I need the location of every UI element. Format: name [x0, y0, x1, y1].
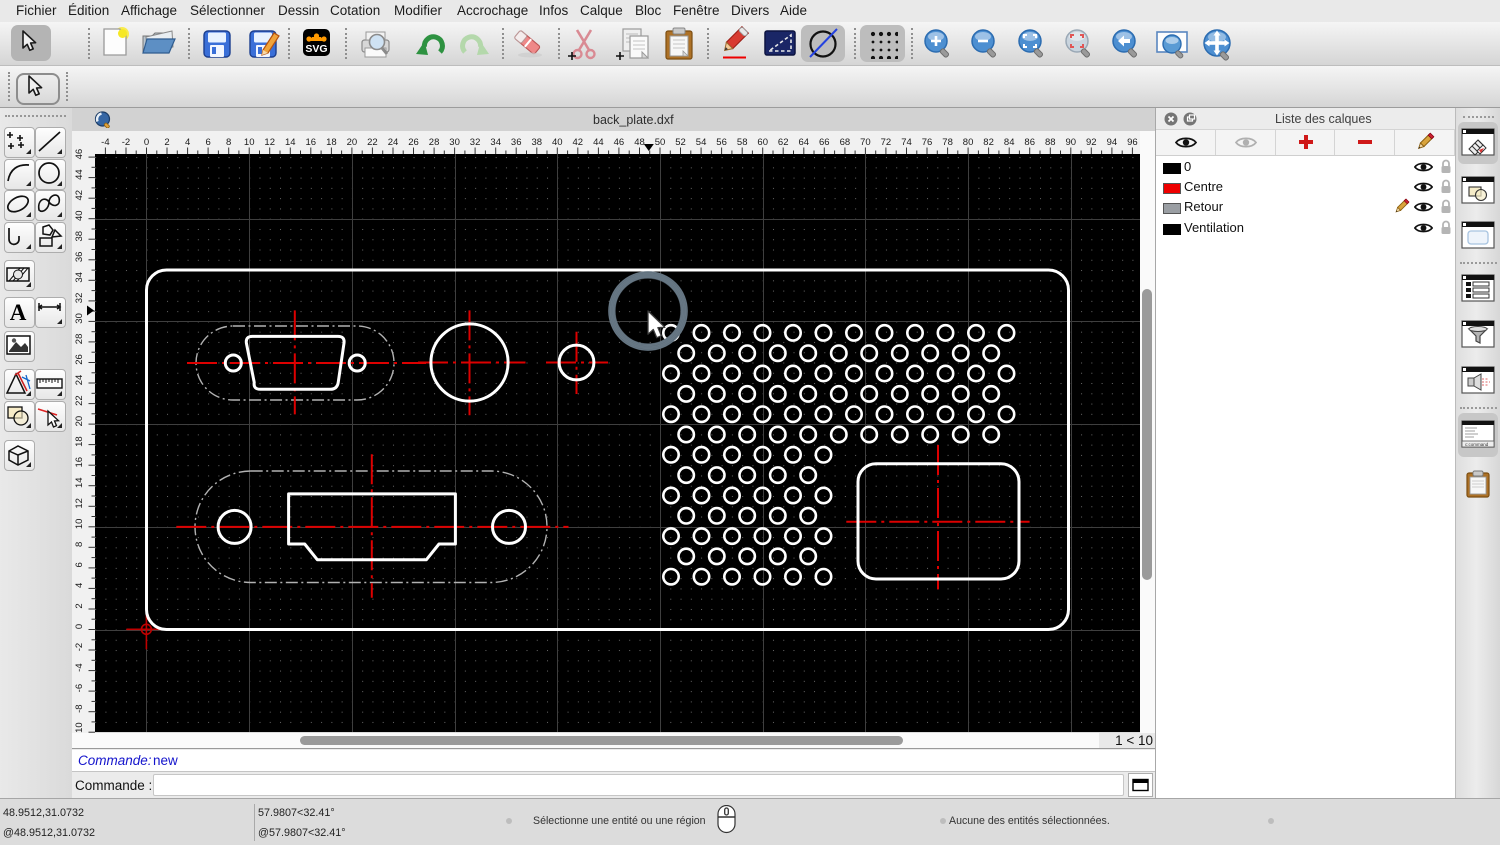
svg-text:0: 0	[74, 624, 85, 629]
svg-text:50: 50	[655, 137, 666, 148]
svg-text:-2: -2	[74, 643, 85, 651]
svg-text:94: 94	[1107, 137, 1118, 148]
svg-text:40: 40	[74, 210, 85, 221]
svg-text:24: 24	[74, 375, 85, 386]
svg-text:SVG: SVG	[305, 43, 327, 55]
svg-text:76: 76	[922, 137, 933, 148]
svg-text:60: 60	[757, 137, 768, 148]
svg-text:10: 10	[244, 137, 255, 148]
svg-text:18: 18	[74, 436, 85, 447]
svg-text:20: 20	[74, 416, 85, 427]
svg-text:48: 48	[634, 137, 645, 148]
svg-text:24: 24	[388, 137, 399, 148]
svg-text:16: 16	[306, 137, 317, 148]
svg-text:8: 8	[226, 137, 231, 148]
svg-text:0: 0	[144, 137, 149, 148]
svg-text:4: 4	[74, 583, 85, 588]
svg-text:46: 46	[74, 149, 85, 160]
svg-text:38: 38	[74, 231, 85, 242]
svg-text:36: 36	[74, 252, 85, 263]
svg-text:-4: -4	[101, 137, 109, 148]
svg-text:2: 2	[164, 137, 169, 148]
svg-text:36: 36	[511, 137, 522, 148]
svg-text:58: 58	[737, 137, 748, 148]
svg-text:42: 42	[74, 190, 85, 201]
svg-text:56: 56	[716, 137, 727, 148]
svg-text:84: 84	[1004, 137, 1015, 148]
svg-text:90: 90	[1066, 137, 1077, 148]
svg-text:68: 68	[840, 137, 851, 148]
svg-text:40: 40	[552, 137, 563, 148]
svg-text:6: 6	[74, 562, 85, 567]
svg-text:20: 20	[347, 137, 358, 148]
svg-text:44: 44	[74, 169, 85, 180]
svg-text:80: 80	[963, 137, 974, 148]
svg-text:28: 28	[74, 334, 85, 345]
svg-text:82: 82	[983, 137, 994, 148]
svg-text:44: 44	[593, 137, 604, 148]
svg-text:-10: -10	[74, 722, 85, 733]
svg-text:A: A	[10, 300, 27, 325]
svg-text:10: 10	[74, 519, 85, 530]
svg-text:42: 42	[573, 137, 584, 148]
svg-text:88: 88	[1045, 137, 1056, 148]
svg-text:32: 32	[74, 293, 85, 304]
svg-text:34: 34	[74, 272, 85, 283]
svg-text:28: 28	[429, 137, 440, 148]
svg-text:70: 70	[860, 137, 871, 148]
svg-text:26: 26	[74, 354, 85, 365]
svg-text:4: 4	[185, 137, 190, 148]
svg-text:26: 26	[408, 137, 419, 148]
svg-text:34: 34	[490, 137, 501, 148]
svg-text:-8: -8	[74, 704, 85, 712]
svg-text:38: 38	[532, 137, 543, 148]
svg-text:66: 66	[819, 137, 830, 148]
svg-text:-6: -6	[74, 684, 85, 692]
svg-text:78: 78	[942, 137, 953, 148]
svg-text:96: 96	[1127, 137, 1138, 148]
svg-text:12: 12	[74, 498, 85, 509]
svg-text:30: 30	[449, 137, 460, 148]
svg-text:-2: -2	[122, 137, 130, 148]
svg-text:12: 12	[264, 137, 275, 148]
svg-text:-4: -4	[74, 663, 85, 671]
svg-text:64: 64	[799, 137, 810, 148]
svg-text:14: 14	[285, 137, 296, 148]
svg-text:22: 22	[367, 137, 378, 148]
svg-text:46: 46	[614, 137, 625, 148]
svg-text:8: 8	[74, 542, 85, 547]
svg-text:22: 22	[74, 395, 85, 406]
svg-text:2: 2	[74, 603, 85, 608]
svg-text:32: 32	[470, 137, 481, 148]
svg-text:52: 52	[675, 137, 686, 148]
svg-text:16: 16	[74, 457, 85, 468]
svg-text:30: 30	[74, 313, 85, 324]
svg-text:14: 14	[74, 477, 85, 488]
svg-text:86: 86	[1024, 137, 1035, 148]
svg-text:c:command: c:command	[1465, 442, 1489, 447]
svg-text:62: 62	[778, 137, 789, 148]
svg-text:18: 18	[326, 137, 337, 148]
svg-text:54: 54	[696, 137, 707, 148]
svg-text:6: 6	[205, 137, 210, 148]
svg-text:72: 72	[881, 137, 892, 148]
svg-text:92: 92	[1086, 137, 1097, 148]
svg-text:74: 74	[901, 137, 912, 148]
